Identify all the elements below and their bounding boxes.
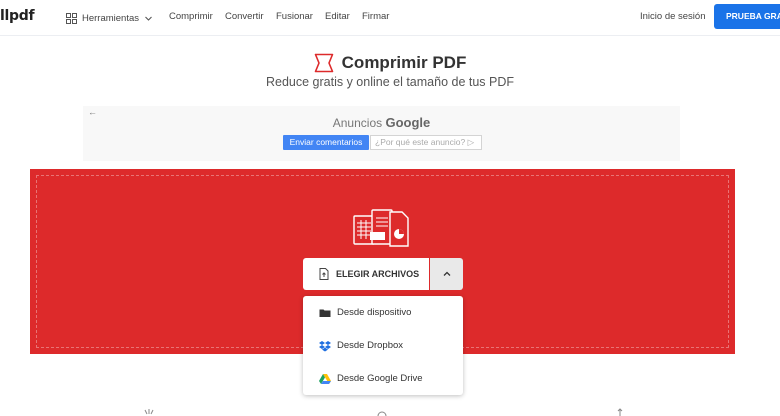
ad-label: Anuncios Google (83, 115, 680, 130)
ad-label-brand: Google (385, 115, 431, 130)
logo[interactable]: llpdf (0, 8, 35, 24)
ad-banner: ← Anuncios Google Enviar comentarios ¿Po… (83, 106, 680, 161)
feature-icon (617, 408, 623, 416)
nav-link-fusionar[interactable]: Fusionar (276, 11, 313, 22)
file-upload-icon (319, 268, 329, 280)
menu-item-dropbox[interactable]: Desde Dropbox (303, 329, 463, 362)
menu-item-google-drive[interactable]: Desde Google Drive (303, 362, 463, 395)
folder-icon (319, 309, 331, 317)
tools-label: Herramientas (82, 12, 140, 24)
top-navigation: llpdf Herramientas Comprimir Convertir F… (0, 0, 780, 36)
page-title: Comprimir PDF (341, 53, 467, 72)
menu-item-device[interactable]: Desde dispositivo (303, 296, 463, 329)
compress-icon (314, 53, 333, 73)
feature-icon (144, 409, 154, 415)
nav-link-convertir[interactable]: Convertir (225, 11, 264, 22)
page-subtitle: Reduce gratis y online el tamaño de tus … (265, 75, 515, 89)
choose-files-button[interactable]: ELEGIR ARCHIVOS (303, 258, 429, 290)
send-feedback-button[interactable]: Enviar comentarios (283, 135, 369, 150)
menu-item-google-drive-label: Desde Google Drive (337, 373, 423, 384)
chevron-up-icon (443, 271, 450, 276)
nav-link-editar[interactable]: Editar (325, 11, 350, 22)
tools-menu-button[interactable]: Herramientas (66, 10, 153, 26)
grid-icon (66, 12, 77, 24)
nav-link-comprimir[interactable]: Comprimir (169, 11, 213, 22)
google-drive-icon (319, 373, 331, 384)
chevron-down-icon (145, 16, 152, 21)
page-header: Comprimir PDF (0, 50, 780, 76)
upload-source-toggle[interactable] (430, 258, 463, 290)
feature-icon (377, 411, 387, 416)
dropbox-icon (319, 340, 331, 351)
menu-item-dropbox-label: Desde Dropbox (337, 340, 404, 351)
login-link[interactable]: Inicio de sesión (640, 11, 705, 22)
why-this-ad-button[interactable]: ¿Por qué este anuncio? ▷ (370, 135, 482, 150)
ad-label-prefix: Anuncios (332, 116, 383, 130)
documents-icon (353, 209, 409, 247)
menu-item-device-label: Desde dispositivo (337, 307, 412, 318)
nav-link-firmar[interactable]: Firmar (362, 11, 389, 22)
choose-files-label: ELEGIR ARCHIVOS (336, 269, 420, 279)
free-trial-button[interactable]: PRUEBA GRATIS (714, 4, 780, 29)
upload-source-menu: Desde dispositivo Desde Dropbox Desde Go… (303, 296, 463, 395)
